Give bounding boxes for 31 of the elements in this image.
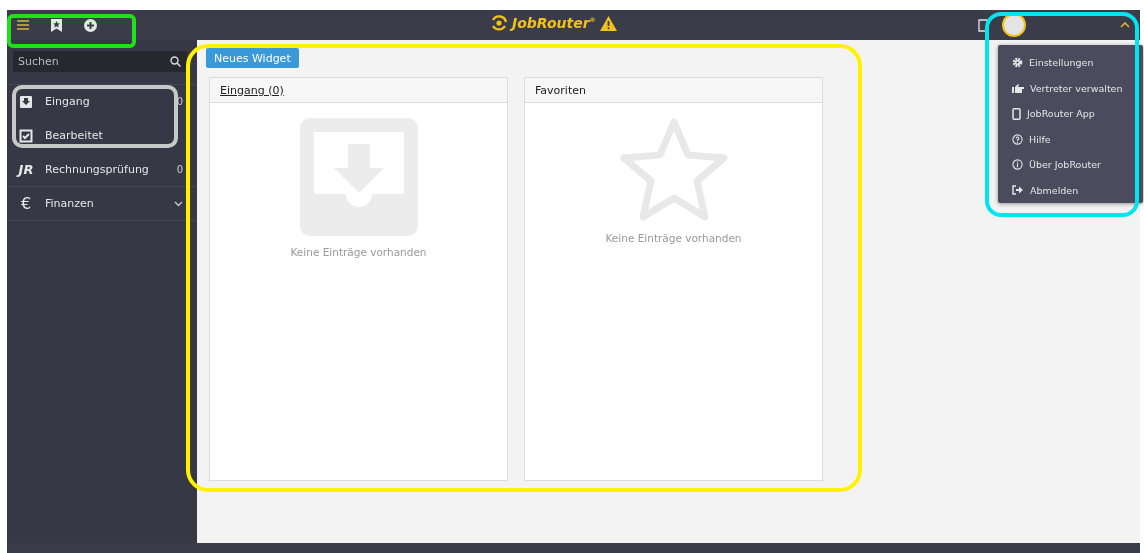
empty-message: Keine Einträge vorhanden bbox=[290, 246, 427, 258]
bookmark-icon[interactable] bbox=[51, 18, 62, 32]
warning-icon[interactable] bbox=[599, 15, 617, 31]
menu-item[interactable]: JobRouter App bbox=[998, 101, 1143, 127]
sidebar-item[interactable]: Bearbeitet bbox=[7, 119, 197, 153]
menu-icon[interactable] bbox=[17, 20, 29, 30]
phone-icon bbox=[1012, 107, 1021, 120]
sign-out-icon bbox=[1012, 185, 1024, 196]
search-icon[interactable] bbox=[170, 56, 181, 67]
search-field[interactable]: Suchen bbox=[13, 51, 187, 72]
empty-message: Keine Einträge vorhanden bbox=[605, 232, 742, 244]
checkbox-icon bbox=[19, 128, 33, 143]
menu-item[interactable]: Über JobRouter bbox=[998, 152, 1143, 178]
logo-icon bbox=[490, 14, 508, 32]
chevron-up-icon[interactable] bbox=[1120, 22, 1130, 28]
sidebar-glyph: JR bbox=[18, 162, 34, 177]
sidebar-glyph: € bbox=[20, 194, 32, 213]
info-icon bbox=[1012, 159, 1023, 171]
menu-item[interactable]: Vertreter verwalten bbox=[998, 75, 1143, 101]
inbox-icon bbox=[19, 94, 33, 109]
document-icon[interactable] bbox=[978, 18, 988, 32]
thumbs-up-icon bbox=[1012, 83, 1024, 93]
menu-item[interactable]: Abmelden bbox=[998, 177, 1143, 203]
chevron-down-icon[interactable] bbox=[174, 200, 183, 207]
menu-item[interactable]: Einstellungen bbox=[998, 50, 1143, 76]
item-count: 0 bbox=[176, 164, 183, 175]
help-icon bbox=[1012, 133, 1023, 145]
add-icon[interactable] bbox=[84, 18, 97, 32]
widget-title[interactable]: Eingang (0) bbox=[220, 83, 284, 97]
widget-title: Favoriten bbox=[535, 83, 586, 97]
menu-item[interactable]: Hilfe bbox=[998, 126, 1143, 152]
